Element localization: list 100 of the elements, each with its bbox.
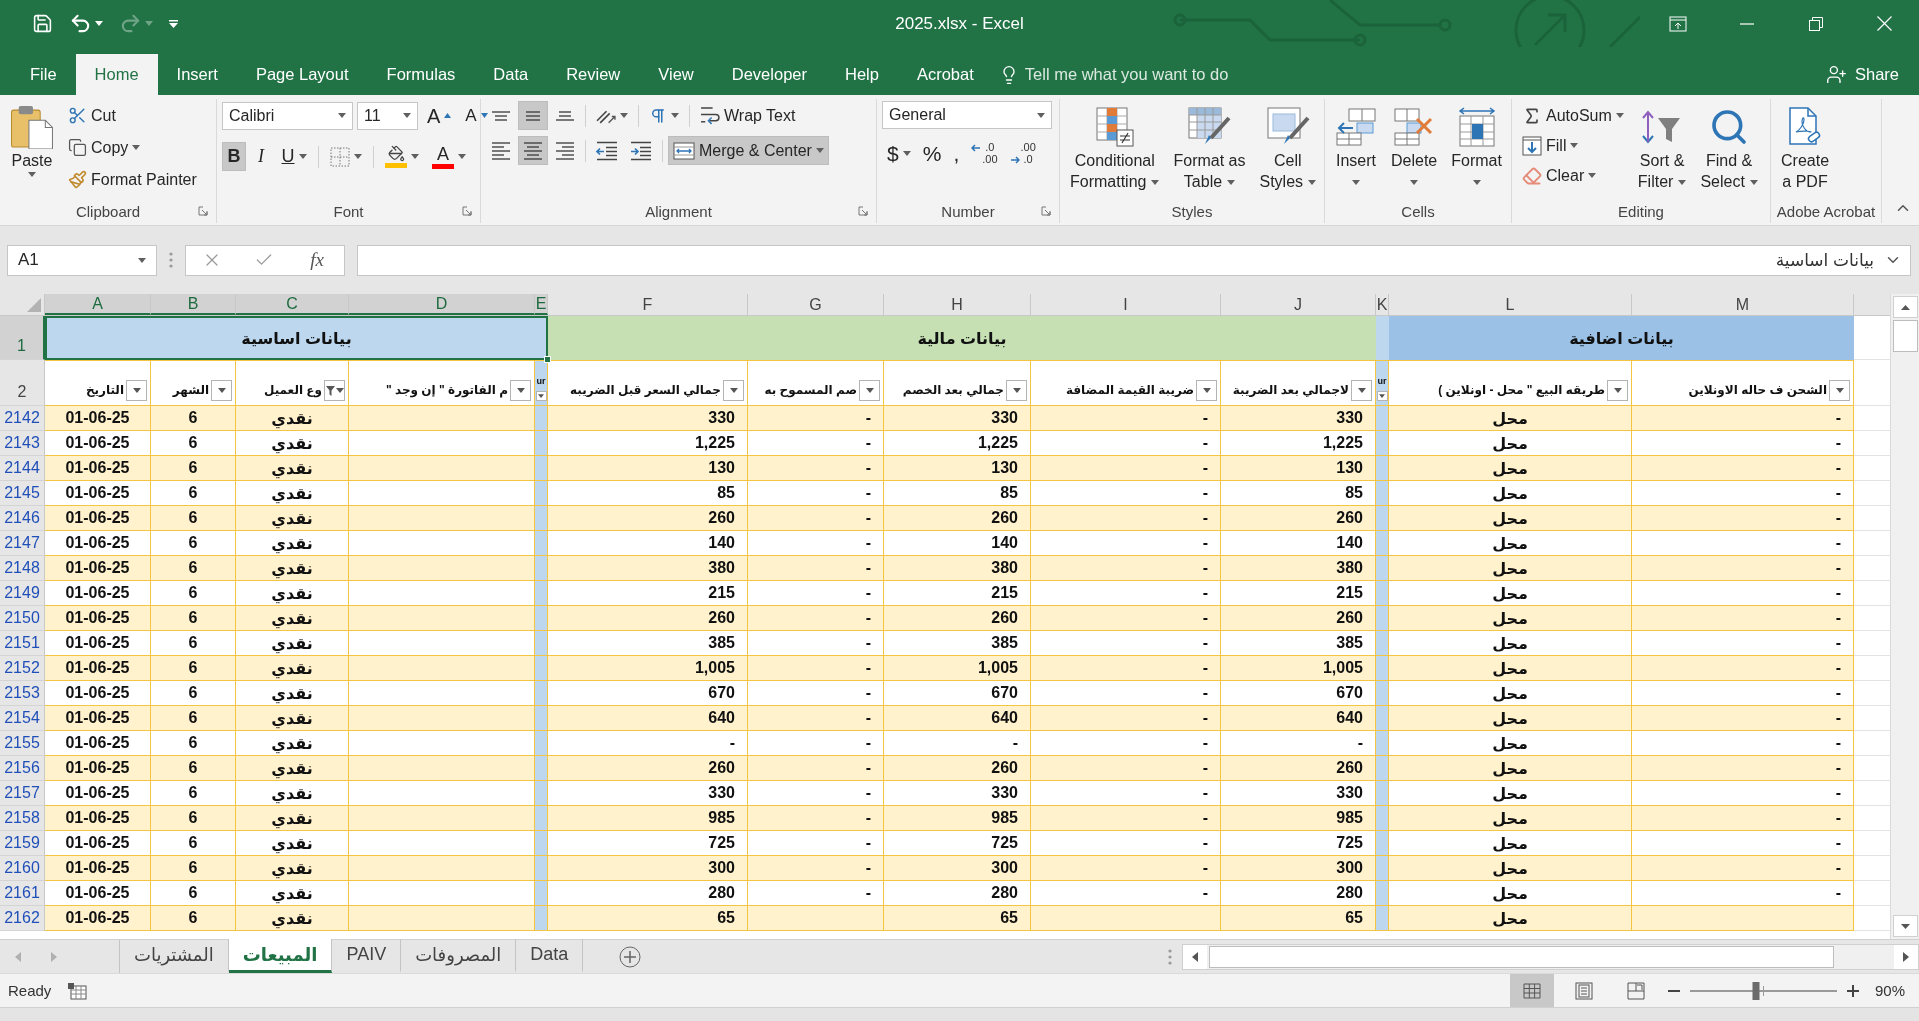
filter-dropdown-button[interactable] xyxy=(1376,391,1388,401)
row-header[interactable]: 2160 xyxy=(0,856,45,881)
borders-grid-icon xyxy=(330,146,350,167)
font-color-button[interactable]: A xyxy=(427,142,471,171)
scroll-right-button[interactable] xyxy=(1894,944,1918,969)
number-format-field[interactable]: General xyxy=(882,101,1052,129)
column-header[interactable]: K xyxy=(1376,294,1389,315)
number-format-button[interactable]: , xyxy=(948,139,965,168)
delete-cells-button[interactable]: Delete xyxy=(1386,101,1443,195)
increase-decimal-button[interactable]: .0 .00 xyxy=(966,139,1003,168)
number-format-button[interactable]: % xyxy=(917,139,947,168)
table-cell: 260 xyxy=(884,756,1031,781)
font-name-field[interactable]: Calibri xyxy=(222,101,353,130)
row-header[interactable]: 2142 xyxy=(0,406,45,431)
format-painter-button[interactable]: Format Painter xyxy=(63,165,202,194)
row-header[interactable]: 2152 xyxy=(0,656,45,681)
ribbon-tab[interactable]: Help xyxy=(826,54,898,95)
conditional-formatting-button[interactable]: Conditional Formatting xyxy=(1065,101,1165,195)
formula-field[interactable]: بيانات اساسية xyxy=(357,244,1911,276)
row-header[interactable]: 2 xyxy=(0,360,45,406)
row-header[interactable]: 2144 xyxy=(0,456,45,481)
ribbon-tab[interactable]: Insert xyxy=(157,54,237,95)
table-cell: نقدي xyxy=(236,681,349,706)
table-cell: - xyxy=(748,506,884,531)
align-middle-button[interactable] xyxy=(518,101,548,130)
name-box[interactable]: A1 xyxy=(7,244,157,276)
zoom-out-button[interactable] xyxy=(1665,987,1682,994)
insert-function-button[interactable]: fx xyxy=(306,249,328,271)
ribbon-tab[interactable]: Data xyxy=(474,54,548,95)
triangle-up-icon xyxy=(1900,304,1910,310)
row-header[interactable]: 2158 xyxy=(0,806,45,831)
merge-center-button[interactable]: Merge & Center xyxy=(668,136,829,165)
row-header[interactable]: 2154 xyxy=(0,706,45,731)
row-header[interactable]: 2148 xyxy=(0,556,45,581)
table-cell: - xyxy=(748,456,884,481)
row-header[interactable]: 2162 xyxy=(0,906,45,931)
dialog-launcher-icon[interactable] xyxy=(198,206,208,216)
bold-button[interactable]: B xyxy=(222,142,246,171)
dialog-launcher-icon[interactable] xyxy=(858,206,868,216)
ribbon-tab[interactable]: Developer xyxy=(712,54,826,95)
scroll-left-button[interactable] xyxy=(1183,944,1207,969)
shrink-font-button[interactable]: A xyxy=(460,101,493,130)
ribbon-tab[interactable]: Acrobat xyxy=(897,54,993,95)
row-header[interactable]: 2143 xyxy=(0,431,45,456)
sort-filter-button[interactable]: Sort & Filter xyxy=(1632,101,1692,195)
scroll-up-button[interactable] xyxy=(1892,296,1918,318)
row-header[interactable]: 2145 xyxy=(0,481,45,506)
table-cell: 640 xyxy=(548,706,748,731)
row-header[interactable]: 2156 xyxy=(0,756,45,781)
ribbon-tab[interactable]: Formulas xyxy=(367,54,475,95)
ribbon-tab[interactable]: View xyxy=(639,54,713,95)
sheet-record-icon[interactable] xyxy=(67,981,88,1000)
scroll-down-button[interactable] xyxy=(1892,915,1918,937)
scroll-thumb[interactable] xyxy=(1892,320,1918,352)
table-cell: - xyxy=(748,681,884,706)
format-cells-button[interactable]: Format xyxy=(1446,101,1507,195)
splitter-dots-icon[interactable] xyxy=(1168,948,1172,965)
row-header[interactable]: 1 xyxy=(0,316,45,360)
table-cell: نقدي xyxy=(236,656,349,681)
decrease-decimal-button[interactable]: .00 .0 xyxy=(1004,139,1041,168)
row-header[interactable]: 2161 xyxy=(0,881,45,906)
underline-button[interactable]: U xyxy=(276,142,312,171)
ribbon-tab[interactable]: Page Layout xyxy=(236,54,368,95)
find-select-button[interactable]: Find & Select xyxy=(1695,101,1763,195)
grow-font-button[interactable]: A xyxy=(422,101,457,130)
dialog-launcher-icon[interactable] xyxy=(462,206,472,216)
font-size-field[interactable]: 11 xyxy=(357,101,418,130)
italic-button[interactable]: I xyxy=(249,142,273,171)
row-header[interactable]: 2151 xyxy=(0,631,45,656)
clear-button[interactable]: Clear xyxy=(1517,161,1629,190)
zoom-in-button[interactable] xyxy=(1844,982,1861,999)
row-header[interactable]: 2150 xyxy=(0,606,45,631)
scroll-thumb[interactable] xyxy=(1209,945,1834,968)
row-header[interactable]: 2153 xyxy=(0,681,45,706)
paste-button[interactable]: Paste xyxy=(5,101,59,180)
ribbon-tab[interactable]: Review xyxy=(547,54,640,95)
tell-me-field[interactable]: Tell me what you want to do xyxy=(1024,65,1275,84)
row-header[interactable]: 2146 xyxy=(0,506,45,531)
share-button[interactable]: Share xyxy=(1819,54,1905,95)
wrap-text-button[interactable]: Wrap Text xyxy=(695,101,801,130)
cut-button[interactable]: Cut xyxy=(63,101,202,130)
copy-button[interactable]: Copy xyxy=(63,133,202,162)
ribbon-tab[interactable]: Home xyxy=(75,54,158,95)
align-center-button[interactable] xyxy=(518,136,548,165)
format-as-table-button[interactable]: Format as Table xyxy=(1168,101,1251,195)
cell-styles-button[interactable]: Cell Styles xyxy=(1254,101,1322,195)
create-pdf-button[interactable]: Create a PDF xyxy=(1776,101,1835,195)
fill-button[interactable]: Fill xyxy=(1517,131,1629,160)
autosum-button[interactable]: AutoSum xyxy=(1517,101,1629,130)
zoom-slider-thumb[interactable] xyxy=(1752,981,1760,1000)
number-format-button[interactable]: $ xyxy=(882,139,916,168)
row-header[interactable]: 2155 xyxy=(0,731,45,756)
row-header[interactable]: 2149 xyxy=(0,581,45,606)
dialog-launcher-icon[interactable] xyxy=(1041,206,1051,216)
row-header[interactable]: 2147 xyxy=(0,531,45,556)
ribbon-tab[interactable]: File xyxy=(11,54,76,95)
insert-cells-button[interactable]: Insert xyxy=(1330,101,1382,195)
row-header[interactable]: 2157 xyxy=(0,781,45,806)
normal-view-button[interactable] xyxy=(1509,974,1554,1007)
row-header[interactable]: 2159 xyxy=(0,831,45,856)
